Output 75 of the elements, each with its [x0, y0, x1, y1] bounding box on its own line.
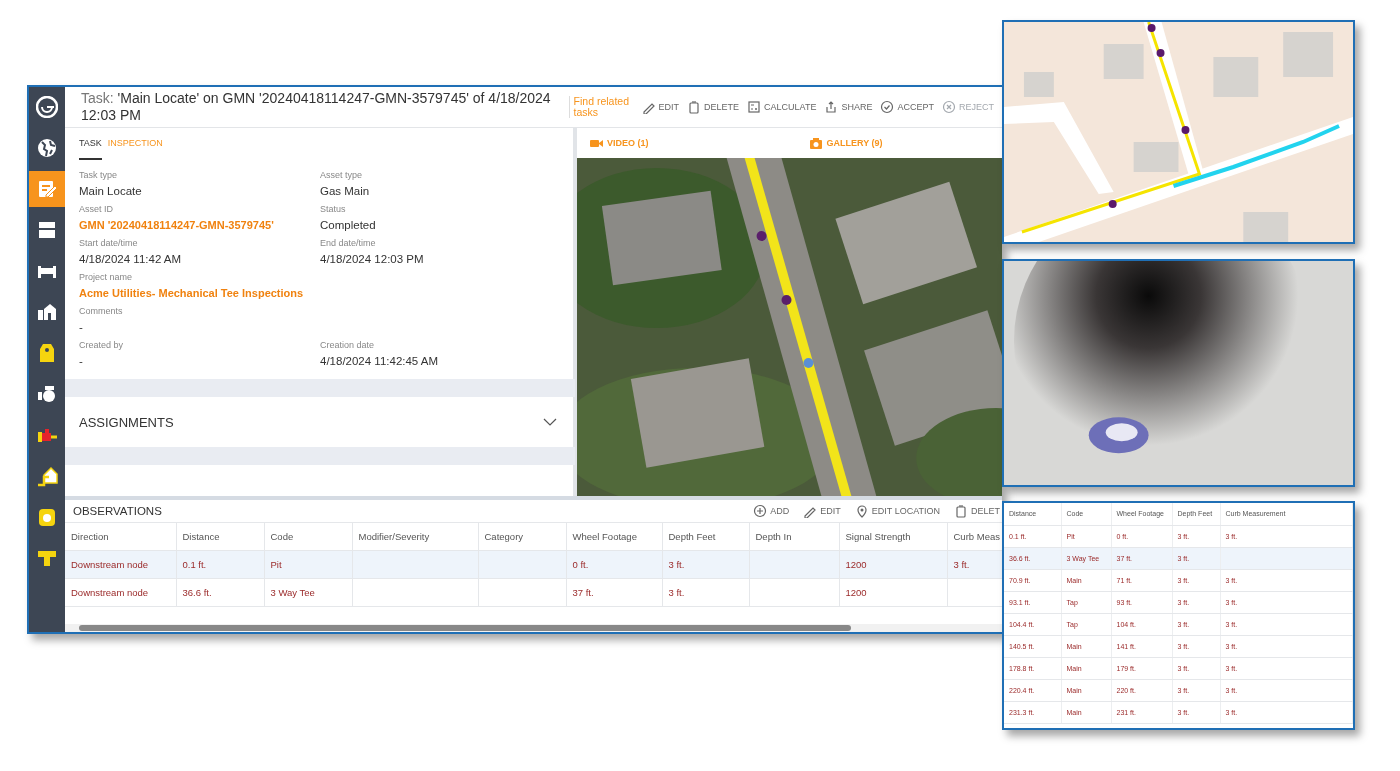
check-circle-icon [880, 100, 895, 114]
toolbar-button[interactable]: ADD [753, 504, 790, 518]
globe-icon [36, 137, 58, 159]
table-cell: Downstream node [71, 587, 149, 598]
toolbar-button[interactable]: ACCEPT [880, 100, 934, 114]
table-cell: Pit [270, 559, 282, 570]
column-header[interactable]: Distance [176, 522, 264, 551]
field-label: Project name [79, 272, 134, 283]
table-cell: 37 ft. [572, 587, 594, 598]
field-label: Status [320, 204, 347, 215]
toolbar-button[interactable]: DELET [954, 504, 1000, 518]
table-cell: 3 ft. [668, 587, 685, 598]
location-pin-icon [854, 504, 869, 518]
column-header[interactable]: Depth Feet [662, 522, 749, 551]
field-label: End date/time [320, 238, 377, 249]
field-value: - [79, 354, 84, 369]
toolbar-button[interactable]: EDIT [641, 100, 680, 114]
section-title: ASSIGNMENTS [79, 414, 174, 430]
edit-icon [36, 178, 58, 200]
trash-icon [687, 100, 702, 114]
field-label: Start date/time [79, 238, 139, 249]
field-label: Creation date [320, 340, 376, 351]
table-cell: 36.6 ft. [182, 587, 212, 598]
field-label: Created by [79, 340, 125, 351]
table-cell: Downstream node [71, 559, 149, 570]
column-header[interactable]: Modifier/Severity [352, 522, 478, 551]
toolbar-button[interactable]: DELETE [687, 100, 740, 114]
column-header[interactable]: Wheel Footage [566, 522, 662, 551]
camera-icon [808, 136, 823, 150]
table-cell: 1200 [845, 587, 867, 598]
field-label: Comments [79, 306, 123, 317]
table-cell: 1200 [845, 559, 867, 570]
table-row[interactable]: Downstream node 36.6 ft. 3 Way Tee 37 ft. 3 ft. 1200 [65, 578, 1002, 607]
column-header[interactable]: Category [478, 522, 566, 551]
toolbar-button[interactable]: EDIT [803, 504, 841, 518]
house-icon [36, 465, 58, 487]
column-header[interactable]: Direction [65, 522, 176, 551]
toolbar-button[interactable]: CALCULATE [747, 100, 817, 114]
table-cell: 0.1 ft. [182, 559, 207, 570]
tab[interactable]: TASK [79, 138, 102, 160]
meter-icon [36, 506, 58, 528]
table-cell: 3 Way Tee [270, 587, 315, 598]
table-cell: 3 ft. [953, 559, 970, 570]
table-row[interactable]: Downstream node 0.1 ft. Pit 0 ft. 3 ft. 1200 3 ft. [65, 550, 1002, 579]
chevron-icon [543, 417, 557, 427]
field-value: Gas Main [320, 184, 371, 199]
column-header[interactable]: Signal Strength [839, 522, 947, 551]
drawer-icon [36, 219, 58, 241]
calculator-icon [747, 100, 762, 114]
field-value: 4/18/2024 12:03 PM [320, 252, 425, 267]
column-header[interactable]: Code [264, 522, 352, 551]
field-value: 4/18/2024 11:42:45 AM [320, 354, 440, 369]
field-label: Task type [79, 170, 119, 181]
panel-title: OBSERVATIONS [73, 505, 162, 517]
field-value: Completed [320, 218, 377, 233]
table-cell: 0 ft. [572, 559, 589, 570]
field-value: Main Locate [79, 184, 143, 199]
field-label: Asset ID [79, 204, 114, 215]
toolbar-button[interactable]: SHARE [824, 100, 873, 114]
trash-icon [954, 504, 968, 518]
valve-icon [36, 383, 58, 405]
close-circle-icon [942, 100, 956, 114]
logo-icon [36, 96, 58, 118]
field-value: - [79, 320, 84, 335]
building-icon [36, 301, 58, 323]
table-cell: 3 ft. [668, 559, 685, 570]
scrollbar[interactable] [65, 624, 1002, 632]
column-header[interactable]: Depth In [749, 522, 839, 551]
window-title: Task: 'Main Locate' on GMN '20240418114247-GMN-3579745' of 4/18/2024 12:03 PM [81, 90, 551, 124]
field-value: 4/18/2024 11:42 AM [79, 252, 183, 267]
field-label: Asset type [320, 170, 364, 181]
share-icon [824, 100, 839, 114]
assignments-section[interactable]: ASSIGNMENTS [65, 397, 575, 447]
toolbar-button[interactable]: EDIT LOCATION [854, 504, 940, 518]
add-circle-icon [753, 504, 768, 518]
